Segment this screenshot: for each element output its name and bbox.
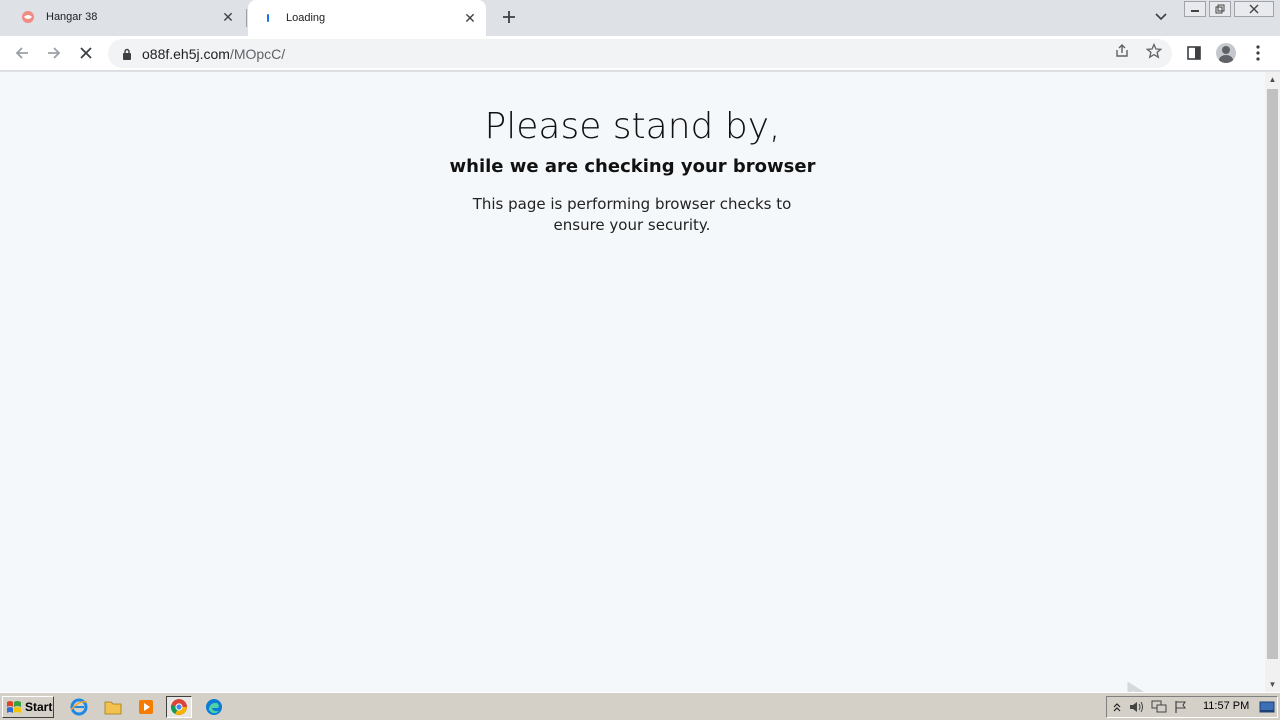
network-icon[interactable] <box>1151 699 1167 715</box>
loading-spinner-icon <box>260 10 276 26</box>
tab-close-icon[interactable]: ✕ <box>218 7 238 27</box>
action-center-flag-icon[interactable] <box>1173 699 1189 715</box>
show-hidden-icons-chevron-up-icon[interactable] <box>1109 699 1125 715</box>
media-player-icon[interactable] <box>133 696 159 718</box>
tab-title: Loading <box>286 12 326 24</box>
start-label: Start <box>25 700 53 714</box>
windows-flag-icon <box>7 701 21 713</box>
tab-search-chevron-down-icon[interactable] <box>1150 7 1172 27</box>
internet-explorer-icon[interactable] <box>66 696 92 718</box>
restore-button[interactable] <box>1209 1 1231 17</box>
scroll-up-arrow-icon[interactable]: ▲ <box>1265 72 1280 87</box>
page-viewport: Please stand by, while we are checking y… <box>0 72 1265 720</box>
show-desktop-icon[interactable] <box>1259 699 1275 715</box>
forward-arrow-icon[interactable] <box>42 41 66 65</box>
chrome-icon[interactable] <box>166 696 192 718</box>
edge-icon[interactable] <box>201 696 227 718</box>
address-bar[interactable]: o88f.eh5j.com/MOpcC/ <box>108 39 1172 68</box>
tab-close-icon[interactable]: ✕ <box>460 8 480 28</box>
tab-title: Hangar 38 <box>46 11 98 23</box>
url-path: /MOpcC/ <box>229 45 286 62</box>
tab-hangar-38[interactable]: Hangar 38 ✕ <box>8 0 244 34</box>
tab-strip: Hangar 38 ✕ Loading ✕ <box>0 0 1280 36</box>
back-arrow-icon[interactable] <box>10 41 34 65</box>
scrollbar-thumb[interactable] <box>1267 89 1278 659</box>
page-subtitle: while we are checking your browser <box>449 156 816 177</box>
url-text: o88f.eh5j.com/MOpcC/ <box>142 46 285 62</box>
windows-taskbar: Start 11:57 PM <box>0 692 1280 720</box>
close-window-button[interactable] <box>1234 1 1274 17</box>
avatar <box>1216 43 1236 63</box>
volume-icon[interactable] <box>1129 699 1145 715</box>
system-tray: 11:57 PM <box>1106 696 1278 718</box>
taskbar-clock[interactable]: 11:57 PM <box>1203 700 1249 712</box>
hangar-favicon-icon <box>20 9 36 25</box>
page-scrollbar[interactable]: ▲ ▼ <box>1265 72 1280 692</box>
tab-separator <box>246 9 247 27</box>
share-icon[interactable] <box>1113 42 1131 60</box>
file-explorer-icon[interactable] <box>100 696 126 718</box>
side-panel-icon[interactable] <box>1182 41 1206 65</box>
stop-loading-icon[interactable] <box>74 41 98 65</box>
tab-loading[interactable]: Loading ✕ <box>248 0 486 36</box>
lock-icon[interactable] <box>120 47 134 61</box>
bookmark-star-icon[interactable] <box>1145 42 1163 60</box>
profile-avatar-icon[interactable] <box>1214 41 1238 65</box>
scroll-down-arrow-icon[interactable]: ▼ <box>1265 677 1280 692</box>
menu-kebab-icon[interactable] <box>1246 41 1270 65</box>
page-description: This page is performing browser checks t… <box>472 195 792 234</box>
url-host: o88f.eh5j.com <box>142 45 230 62</box>
new-tab-button[interactable] <box>498 6 520 28</box>
minimize-button[interactable] <box>1184 1 1206 17</box>
page-title: Please stand by, <box>484 106 781 147</box>
browser-toolbar: o88f.eh5j.com/MOpcC/ <box>0 36 1280 71</box>
start-button[interactable]: Start <box>2 696 54 718</box>
